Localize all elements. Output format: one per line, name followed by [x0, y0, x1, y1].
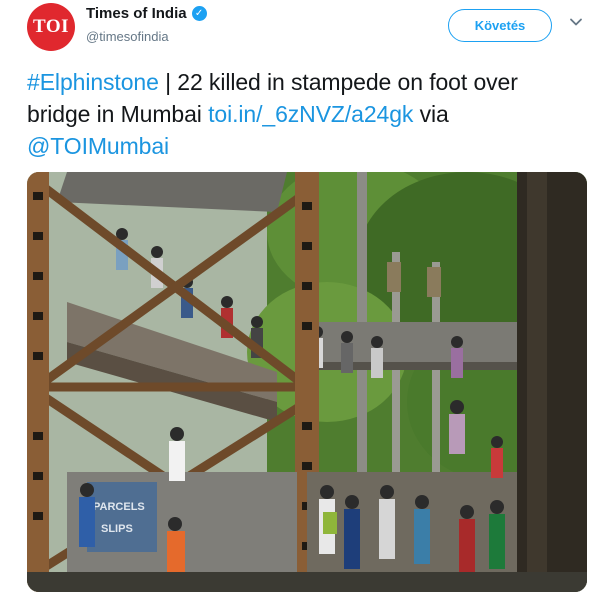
follow-button[interactable]: Követés	[448, 9, 552, 42]
via-text: via	[413, 101, 449, 127]
tweet-photo[interactable]: PARCELS SLIPS	[27, 172, 587, 592]
avatar[interactable]: TOI	[27, 3, 75, 51]
stampede-photo-illustration: PARCELS SLIPS	[27, 172, 587, 592]
mention-link[interactable]: @TOIMumbai	[27, 133, 169, 159]
account-handle[interactable]: @timesofindia	[86, 29, 169, 44]
wall-sign-text-2: SLIPS	[101, 523, 133, 535]
tweet-text: #Elphinstone | 22 killed in stampede on …	[27, 66, 587, 162]
article-link[interactable]: toi.in/_6zNVZ/a24gk	[208, 101, 413, 127]
wall-sign-text: PARCELS	[93, 501, 145, 513]
display-name[interactable]: Times of India	[86, 5, 187, 22]
author-name-row: Times of India ✓	[86, 5, 207, 22]
avatar-logo-text: TOI	[32, 16, 69, 37]
hashtag-link[interactable]: #Elphinstone	[27, 69, 159, 95]
verified-badge-icon: ✓	[191, 6, 207, 21]
chevron-down-icon[interactable]	[568, 14, 584, 30]
